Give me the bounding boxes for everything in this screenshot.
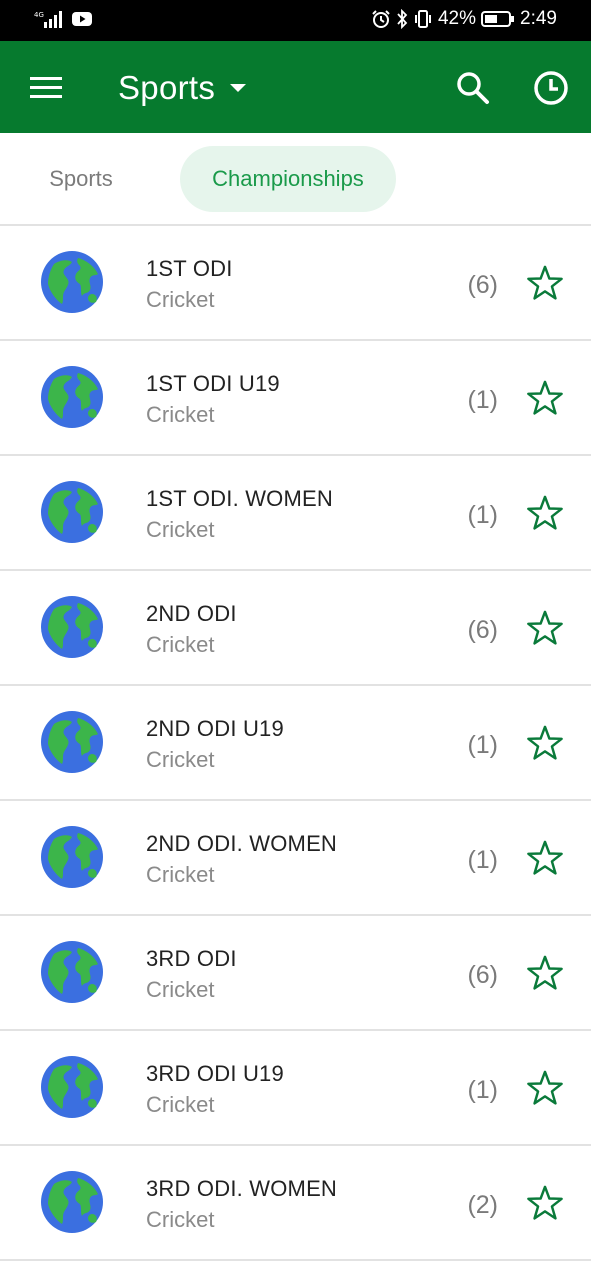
globe-icon bbox=[41, 941, 103, 1003]
event-count: (1) bbox=[467, 846, 498, 874]
event-count: (2) bbox=[467, 1191, 498, 1219]
tab-championships[interactable]: Championships bbox=[180, 146, 396, 212]
star-outline-icon[interactable] bbox=[526, 724, 564, 762]
sport-name: Cricket bbox=[146, 517, 215, 542]
signal-icon: 4G bbox=[34, 11, 62, 28]
status-bar-left: 4G bbox=[34, 10, 92, 28]
event-count: (6) bbox=[467, 616, 498, 644]
vibrate-icon bbox=[414, 10, 431, 28]
status-bar-right: 42% 2:49 bbox=[371, 8, 557, 30]
search-button[interactable] bbox=[452, 67, 492, 107]
star-outline-icon[interactable] bbox=[526, 1069, 564, 1107]
clock-time: 2:49 bbox=[520, 8, 557, 29]
championship-name: 2ND ODI bbox=[146, 601, 237, 626]
event-count: (1) bbox=[467, 1076, 498, 1104]
championship-name: 3RD ODI bbox=[146, 946, 237, 971]
list-item[interactable]: 2ND ODI U19 Cricket (1) bbox=[0, 686, 591, 801]
championship-name: 2ND ODI. WOMEN bbox=[146, 831, 338, 856]
star-outline-icon[interactable] bbox=[526, 954, 564, 992]
championship-name: 3RD ODI. WOMEN bbox=[146, 1176, 338, 1201]
star-outline-icon[interactable] bbox=[526, 264, 564, 302]
star-outline-icon[interactable] bbox=[526, 839, 564, 877]
sport-name: Cricket bbox=[146, 747, 215, 772]
star-outline-icon[interactable] bbox=[526, 609, 564, 647]
list-item[interactable]: 2ND ODI. WOMEN Cricket (1) bbox=[0, 801, 591, 916]
alarm-icon bbox=[372, 10, 390, 28]
championship-name: 1ST ODI. WOMEN bbox=[146, 486, 333, 511]
list-item[interactable]: 1ST ODI. WOMEN Cricket (1) bbox=[0, 456, 591, 571]
list-item[interactable]: 3RD ODI Cricket (6) bbox=[0, 916, 591, 1031]
hamburger-menu-icon bbox=[30, 77, 62, 98]
globe-icon bbox=[41, 711, 103, 773]
sport-selector-dropdown[interactable]: Sports bbox=[118, 67, 247, 109]
globe-icon bbox=[41, 826, 103, 888]
globe-icon bbox=[41, 1056, 103, 1118]
list-item[interactable]: 2ND ODI Cricket (6) bbox=[0, 571, 591, 686]
sport-name: Cricket bbox=[146, 1092, 215, 1117]
event-count: (6) bbox=[467, 961, 498, 989]
championship-name: 1ST ODI U19 bbox=[146, 371, 280, 396]
menu-button[interactable] bbox=[26, 67, 66, 107]
globe-icon bbox=[41, 596, 103, 658]
championship-list: 1ST ODI Cricket (6) 1ST ODI U19 Cricket … bbox=[0, 226, 591, 1261]
star-outline-icon[interactable] bbox=[526, 494, 564, 532]
sport-name: Cricket bbox=[146, 1207, 215, 1232]
sport-name: Cricket bbox=[146, 632, 215, 657]
bluetooth-icon bbox=[397, 9, 408, 29]
list-item[interactable]: 3RD ODI. WOMEN Cricket (2) bbox=[0, 1146, 591, 1261]
list-item[interactable]: 1ST ODI Cricket (6) bbox=[0, 226, 591, 341]
page-title: Sports bbox=[118, 69, 216, 106]
svg-text:4G: 4G bbox=[34, 11, 44, 19]
championship-name: 3RD ODI U19 bbox=[146, 1061, 284, 1086]
sport-name: Cricket bbox=[146, 402, 215, 427]
star-outline-icon[interactable] bbox=[526, 379, 564, 417]
app-bar: Sports bbox=[0, 41, 591, 133]
history-button[interactable] bbox=[530, 67, 572, 109]
battery-percent: 42% bbox=[437, 8, 477, 29]
star-outline-icon[interactable] bbox=[526, 1184, 564, 1222]
globe-icon bbox=[41, 251, 103, 313]
search-icon bbox=[457, 72, 489, 104]
sport-name: Cricket bbox=[146, 862, 215, 887]
tab-bar: Sports Championships bbox=[0, 133, 591, 226]
championship-name: 2ND ODI U19 bbox=[146, 716, 284, 741]
list-item[interactable]: 1ST ODI U19 Cricket (1) bbox=[0, 341, 591, 456]
globe-icon bbox=[41, 481, 103, 543]
event-count: (1) bbox=[467, 501, 498, 529]
event-count: (1) bbox=[467, 386, 498, 414]
tab-sports[interactable]: Sports bbox=[20, 146, 142, 212]
list-item[interactable]: 3RD ODI U19 Cricket (1) bbox=[0, 1031, 591, 1146]
status-bar: 4G 42% 2:49 bbox=[0, 0, 591, 41]
caret-down-icon bbox=[230, 84, 247, 92]
sport-name: Cricket bbox=[146, 977, 215, 1002]
event-count: (6) bbox=[467, 271, 498, 299]
championship-name: 1ST ODI bbox=[146, 256, 233, 281]
globe-icon bbox=[41, 366, 103, 428]
event-count: (1) bbox=[467, 731, 498, 759]
battery-icon bbox=[481, 11, 515, 27]
sport-name: Cricket bbox=[146, 287, 215, 312]
youtube-icon bbox=[72, 12, 92, 26]
globe-icon bbox=[41, 1171, 103, 1233]
clock-icon bbox=[534, 71, 568, 105]
